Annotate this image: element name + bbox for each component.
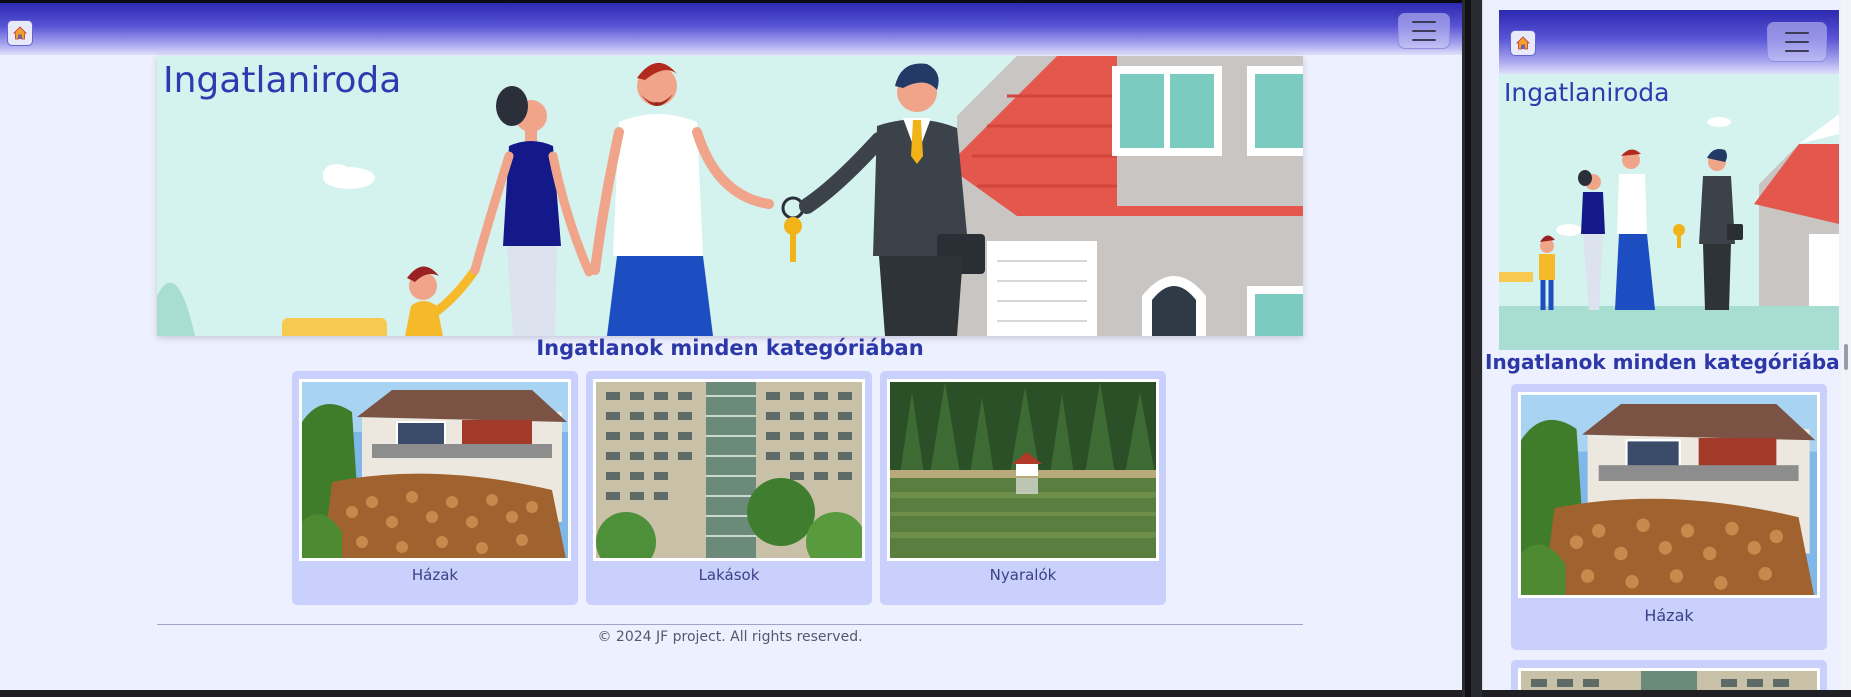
apartment-block-photo — [596, 382, 862, 558]
house-with-firewood-photo — [1521, 395, 1817, 595]
hamburger-menu-icon — [1412, 21, 1436, 23]
family-receives-house-keys-illustration — [1499, 74, 1839, 350]
category-card-hazak[interactable]: Házak — [1511, 384, 1827, 650]
category-label: Lakások — [698, 566, 760, 584]
category-card-nyaralok[interactable]: Nyaralók — [880, 371, 1166, 605]
house-icon — [13, 26, 27, 40]
home-button[interactable] — [1510, 30, 1536, 56]
section-title: Ingatlanok minden kategóriában — [536, 336, 924, 360]
hamburger-menu-icon — [1785, 32, 1809, 34]
category-card-lakasok[interactable]: Lakások — [586, 371, 872, 605]
viewport-divider — [1462, 0, 1482, 697]
home-button[interactable] — [7, 20, 33, 46]
hero-banner: Ingatlaniroda — [1499, 74, 1839, 350]
category-label: Nyaralók — [989, 566, 1057, 584]
category-image[interactable] — [299, 379, 571, 561]
house-with-firewood-photo — [302, 382, 568, 558]
category-image[interactable] — [1518, 392, 1820, 598]
category-card-hazak[interactable]: Házak — [292, 371, 578, 605]
footer-copyright: © 2024 JF project. All rights reserved. — [597, 629, 863, 645]
category-label: Házak — [1644, 606, 1694, 625]
desktop-viewport: Ingatlaniroda Ingatlanok minden kategóri… — [0, 0, 1462, 690]
house-icon — [1516, 36, 1530, 50]
lake-cabin-forest-photo — [890, 382, 1156, 558]
hero-title: Ingatlaniroda — [163, 60, 402, 101]
menu-toggle-button[interactable] — [1767, 22, 1827, 62]
footer-divider — [157, 624, 1303, 625]
menu-toggle-button[interactable] — [1398, 13, 1450, 49]
section-title: Ingatlanok minden kategóriában — [1485, 350, 1851, 374]
navbar — [0, 3, 1462, 55]
category-image[interactable] — [1518, 668, 1820, 690]
category-label: Házak — [411, 566, 459, 584]
category-card-lakasok[interactable] — [1511, 660, 1827, 690]
hero-banner: Ingatlaniroda — [157, 56, 1303, 336]
hero-title: Ingatlaniroda — [1504, 78, 1670, 107]
category-image[interactable] — [593, 379, 865, 561]
category-image[interactable] — [887, 379, 1159, 561]
scrollbar-thumb[interactable] — [1844, 344, 1848, 370]
mobile-viewport: Ingatlaniroda Ingatlanok minden kategóri… — [1482, 0, 1851, 690]
apartment-block-photo — [1521, 671, 1817, 690]
navbar — [1499, 10, 1839, 74]
